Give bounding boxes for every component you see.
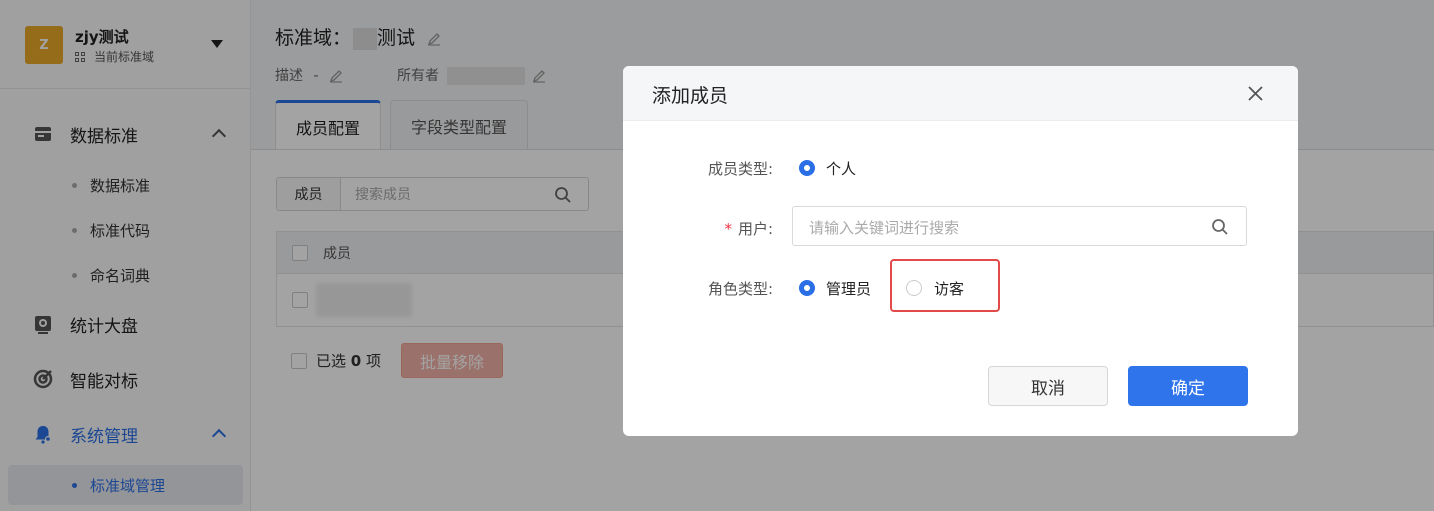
role-type-label: 角色类型: [707,280,773,298]
user-search-placeholder: 请输入关键词进行搜索 [809,219,960,237]
confirm-button[interactable]: 确定 [1128,366,1248,406]
member-type-option[interactable]: 个人 [826,158,856,179]
highlight-annotation [890,259,1000,312]
dialog-header: 添加成员 [623,66,1298,121]
user-label: * 用户: [724,220,773,238]
role-admin-radio[interactable] [799,280,815,296]
member-type-label: 成员类型: [707,160,773,178]
user-search-input[interactable]: 请输入关键词进行搜索 [792,206,1247,246]
cancel-button[interactable]: 取消 [988,366,1108,406]
add-member-dialog: 添加成员 成员类型: 个人 * 用户: 请输入关键词进行搜索 角色类型: 管理员 … [623,66,1298,436]
required-mark: * [724,220,732,238]
member-type-row: 成员类型: 个人 [623,157,1298,179]
close-icon[interactable] [1246,84,1265,103]
dialog-title: 添加成员 [652,85,729,107]
role-admin-label[interactable]: 管理员 [826,278,871,299]
member-type-radio[interactable] [799,160,815,176]
search-icon[interactable] [1211,218,1229,236]
